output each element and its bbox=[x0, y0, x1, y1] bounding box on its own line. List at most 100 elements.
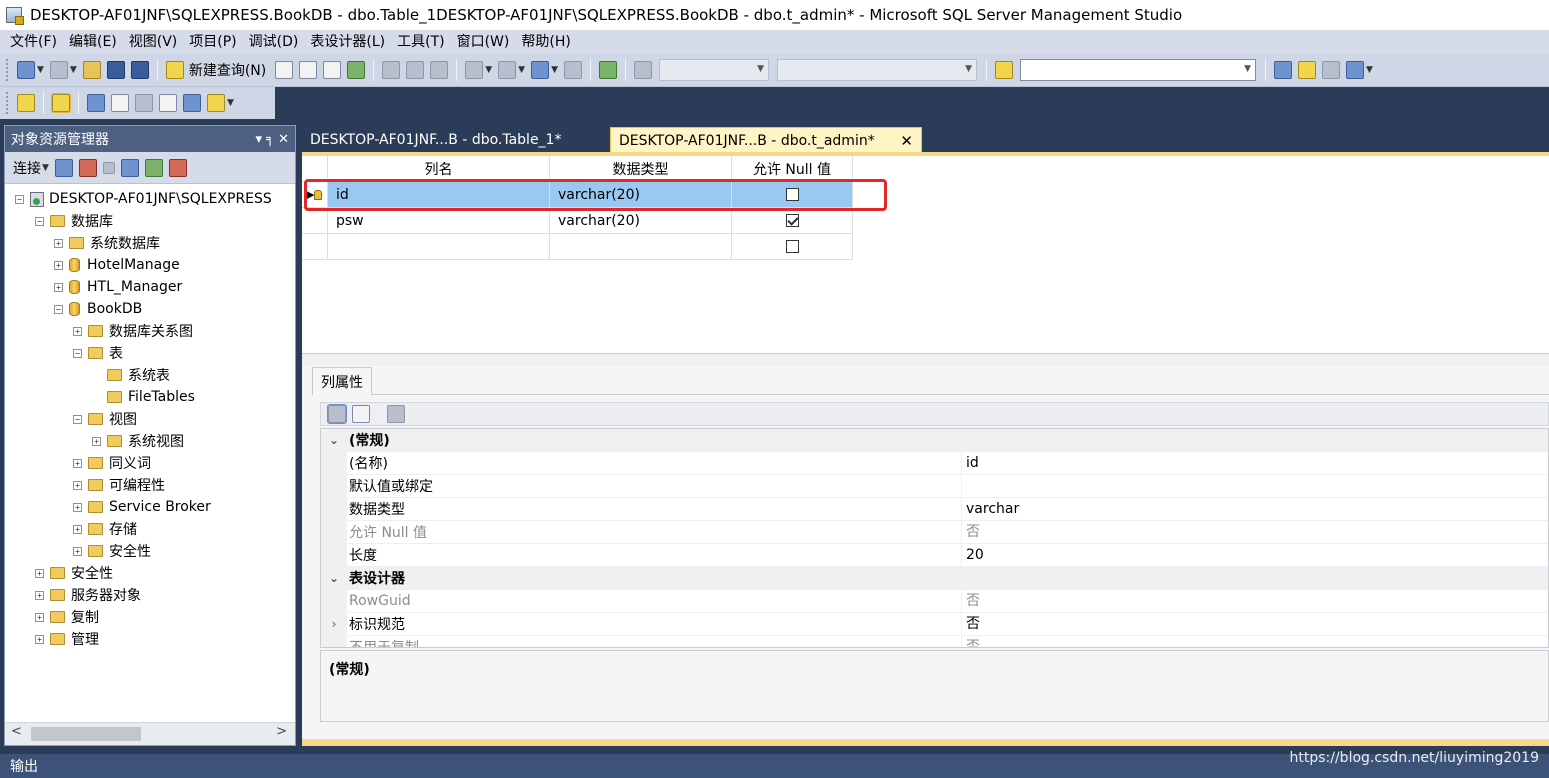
tree-node-server-objects[interactable]: + 服务器对象 bbox=[35, 584, 141, 606]
activity-monitor-icon[interactable] bbox=[168, 158, 187, 177]
category-general[interactable]: ⌄ (常规) bbox=[321, 429, 1548, 452]
menu-help[interactable]: 帮助(H) bbox=[515, 31, 576, 53]
start-debug-icon[interactable] bbox=[634, 61, 653, 79]
undo-icon[interactable] bbox=[465, 61, 484, 79]
connect-object-explorer-icon[interactable] bbox=[54, 158, 73, 177]
database-engine-query-icon[interactable] bbox=[275, 61, 294, 79]
filter-icon[interactable] bbox=[120, 158, 139, 177]
cell-allow-null[interactable] bbox=[732, 234, 853, 260]
save-icon[interactable] bbox=[106, 61, 125, 79]
spatial-indexes-icon[interactable] bbox=[207, 94, 225, 112]
tree-node-server[interactable]: − DESKTOP-AF01JNF\SQLEXPRESS bbox=[15, 188, 272, 210]
close-icon[interactable]: ✕ bbox=[900, 132, 913, 150]
redo-icon[interactable] bbox=[498, 61, 517, 79]
row-selector[interactable] bbox=[302, 208, 328, 234]
tree-node-databases[interactable]: − 数据库 bbox=[35, 210, 113, 232]
property-row-length[interactable]: 长度 20 bbox=[321, 543, 1548, 567]
new-project-icon[interactable] bbox=[17, 61, 35, 79]
expand-icon[interactable]: + bbox=[35, 634, 44, 644]
tree-node-system-views[interactable]: + 系统视图 bbox=[92, 430, 184, 452]
collapse-icon[interactable]: ⌄ bbox=[321, 429, 347, 452]
xmla-query-icon[interactable] bbox=[347, 61, 366, 79]
tree-node-synonyms[interactable]: + 同义词 bbox=[73, 452, 151, 474]
tree-node-storage[interactable]: + 存储 bbox=[73, 518, 137, 540]
allow-null-checkbox[interactable] bbox=[785, 214, 799, 227]
menu-project[interactable]: 项目(P) bbox=[183, 31, 242, 53]
expand-icon[interactable]: + bbox=[73, 546, 82, 556]
property-row-default[interactable]: 默认值或绑定 bbox=[321, 474, 1548, 498]
menu-tools[interactable]: 工具(T) bbox=[391, 31, 450, 53]
tree-node-programmability[interactable]: + 可编程性 bbox=[73, 474, 165, 496]
analysis-mdx-query-icon[interactable] bbox=[299, 61, 318, 79]
save-all-icon[interactable] bbox=[130, 61, 149, 79]
collapse-icon[interactable]: − bbox=[73, 414, 82, 424]
tree-node-tables[interactable]: − 表 bbox=[73, 342, 123, 364]
tree-node-views[interactable]: − 视图 bbox=[73, 408, 137, 430]
expand-icon[interactable]: + bbox=[54, 238, 63, 248]
property-value[interactable]: varchar bbox=[961, 497, 1548, 521]
check-constraints-icon[interactable] bbox=[183, 94, 201, 112]
tree-node-db-security[interactable]: + 安全性 bbox=[73, 540, 151, 562]
collapse-icon[interactable]: − bbox=[35, 216, 44, 226]
tree-node-bookdb[interactable]: − BookDB bbox=[54, 298, 142, 320]
chevron-down-icon[interactable]: ▼ bbox=[70, 65, 77, 75]
find-in-files-icon[interactable] bbox=[995, 61, 1014, 79]
property-pages-icon[interactable] bbox=[387, 405, 405, 423]
scroll-left-icon[interactable]: < bbox=[11, 724, 22, 739]
tree-node-hotelmanage[interactable]: + HotelManage bbox=[54, 254, 180, 276]
collapse-icon[interactable]: − bbox=[15, 194, 24, 204]
horizontal-scrollbar[interactable]: < > bbox=[5, 722, 295, 745]
toolbar-grip[interactable] bbox=[6, 92, 10, 114]
menu-debug[interactable]: 调试(D) bbox=[243, 31, 305, 53]
cell-allow-null[interactable] bbox=[732, 208, 853, 234]
collapse-icon[interactable]: − bbox=[54, 304, 63, 314]
tree-node-system-tables[interactable]: 系统表 bbox=[92, 364, 170, 386]
properties-window-icon[interactable] bbox=[1346, 61, 1365, 79]
navigate-forward-icon[interactable] bbox=[564, 61, 583, 79]
menu-edit[interactable]: 编辑(E) bbox=[63, 31, 123, 53]
tree-node-filetables[interactable]: FileTables bbox=[92, 386, 195, 408]
menu-file[interactable]: 文件(F) bbox=[4, 31, 63, 53]
paste-icon[interactable] bbox=[430, 61, 449, 79]
chevron-down-icon[interactable]: ▼ bbox=[485, 65, 492, 75]
add-item-icon[interactable] bbox=[49, 61, 68, 79]
navigate-backward-icon[interactable] bbox=[531, 61, 550, 79]
tree-node-service-broker[interactable]: + Service Broker bbox=[73, 496, 211, 518]
screenshot-icon[interactable] bbox=[599, 61, 618, 79]
property-row-identity[interactable]: › 标识规范 否 bbox=[321, 612, 1548, 636]
expand-icon[interactable]: › bbox=[321, 612, 347, 636]
chevron-down-icon[interactable]: ▼ bbox=[42, 163, 49, 173]
property-value[interactable] bbox=[961, 474, 1548, 498]
tree-node-htl-manager[interactable]: + HTL_Manager bbox=[54, 276, 182, 298]
cell-data-type[interactable] bbox=[550, 234, 732, 260]
solution-config-combo[interactable]: ▼ bbox=[659, 59, 770, 81]
property-value[interactable]: id bbox=[961, 451, 1548, 475]
tree-node-replication[interactable]: + 复制 bbox=[35, 606, 99, 628]
expand-icon[interactable]: + bbox=[35, 568, 44, 578]
analysis-dmx-query-icon[interactable] bbox=[323, 61, 342, 79]
cell-column-name[interactable] bbox=[328, 234, 550, 260]
chevron-down-icon[interactable]: ▼ bbox=[227, 98, 234, 108]
manage-fulltext-icon[interactable] bbox=[135, 94, 153, 112]
menu-window[interactable]: 窗口(W) bbox=[451, 31, 516, 53]
chevron-down-icon[interactable]: ▼ bbox=[37, 65, 44, 75]
toolbar-grip[interactable] bbox=[6, 59, 10, 81]
expand-icon[interactable]: + bbox=[73, 480, 82, 490]
property-value[interactable]: 否 bbox=[961, 612, 1548, 636]
expand-icon[interactable]: + bbox=[73, 326, 82, 336]
generate-change-script-icon[interactable] bbox=[17, 94, 35, 112]
find-combo[interactable]: ▼ bbox=[1020, 59, 1257, 81]
open-folder-icon[interactable] bbox=[82, 61, 101, 79]
expand-icon[interactable]: + bbox=[54, 282, 63, 292]
disconnect-icon[interactable] bbox=[78, 158, 97, 177]
manage-xml-indexes-icon[interactable] bbox=[159, 94, 177, 112]
expand-icon[interactable]: + bbox=[92, 436, 101, 446]
expand-icon[interactable]: + bbox=[73, 524, 82, 534]
categorized-icon[interactable] bbox=[327, 404, 347, 424]
collapse-icon[interactable]: − bbox=[73, 348, 82, 358]
object-explorer-icon[interactable] bbox=[1298, 61, 1317, 79]
collapse-icon[interactable]: ⌄ bbox=[321, 566, 347, 590]
cell-data-type[interactable]: varchar(20) bbox=[550, 208, 732, 234]
connect-button[interactable]: 连接 bbox=[13, 158, 41, 178]
menu-table-designer[interactable]: 表设计器(L) bbox=[304, 31, 391, 53]
